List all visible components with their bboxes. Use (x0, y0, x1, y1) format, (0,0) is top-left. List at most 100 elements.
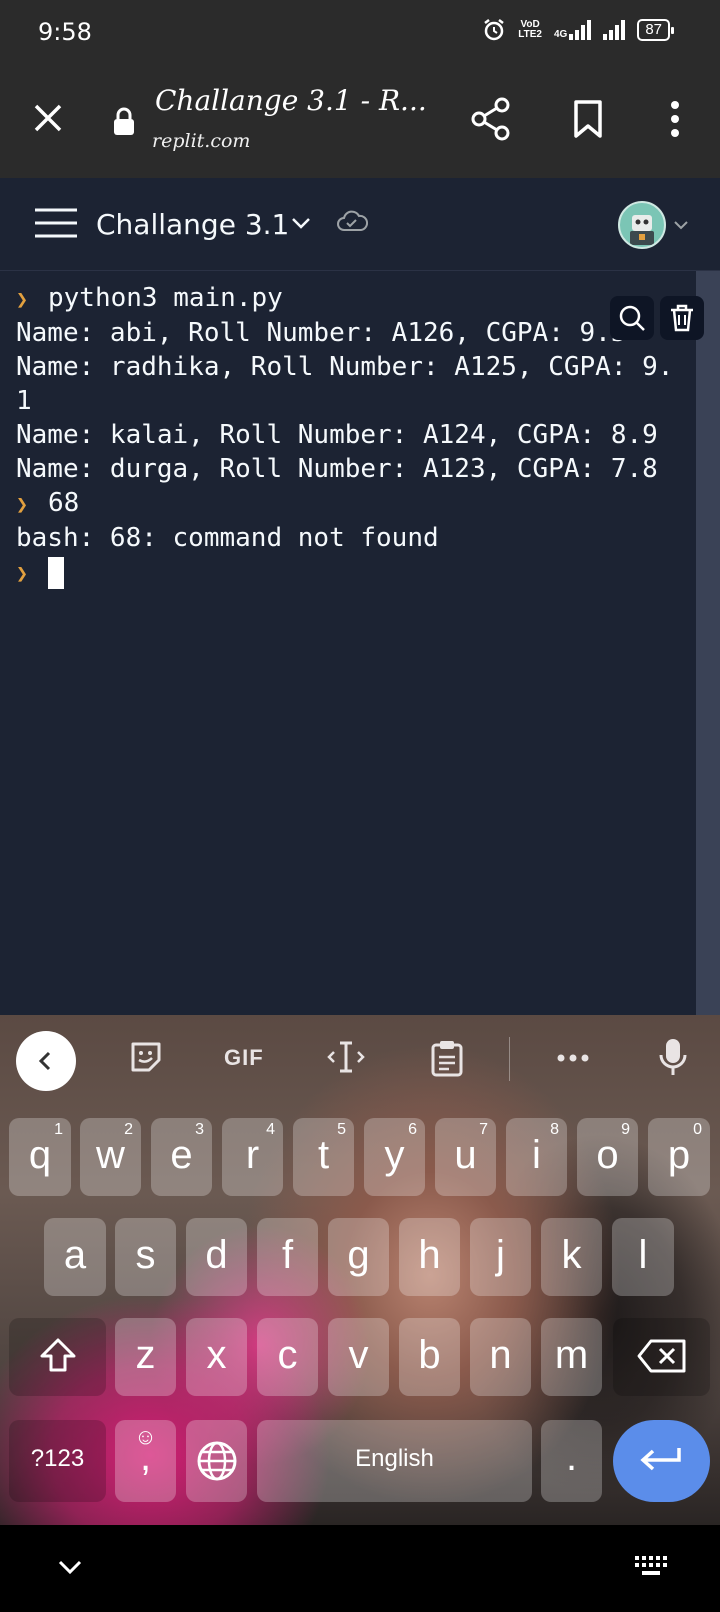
more-options-icon[interactable] (660, 98, 690, 140)
keyboard: GIF q1 w2 e3 r4 t5 y6 u7 i8 o9 p0 a s d … (0, 1015, 720, 1525)
text-cursor (48, 556, 64, 589)
key-z[interactable]: z (115, 1318, 176, 1396)
console-line: ❯ python3 main.py (16, 281, 696, 316)
language-key[interactable] (186, 1420, 247, 1502)
enter-key[interactable] (613, 1420, 710, 1502)
keyboard-toolbar: GIF (0, 1015, 720, 1103)
console-tools (610, 296, 704, 340)
key-w[interactable]: w2 (80, 1118, 141, 1196)
signal-bars-icon (569, 20, 592, 40)
repl-title[interactable]: Challange 3.1 (96, 208, 289, 241)
backspace-key[interactable] (613, 1318, 710, 1396)
close-icon[interactable] (28, 98, 68, 138)
key-y[interactable]: y6 (364, 1118, 425, 1196)
key-p[interactable]: p0 (648, 1118, 710, 1196)
key-g[interactable]: g (328, 1218, 389, 1296)
prompt-icon: ❯ (16, 492, 29, 516)
key-x[interactable]: x (186, 1318, 247, 1396)
cloud-saved-icon (337, 210, 368, 231)
clipboard-icon[interactable] (430, 1039, 464, 1077)
key-c[interactable]: c (257, 1318, 318, 1396)
avatar[interactable] (618, 201, 666, 249)
lock-icon (114, 107, 134, 135)
account-chevron-icon[interactable] (672, 216, 690, 234)
clear-console-button[interactable] (660, 296, 704, 340)
microphone-icon[interactable] (658, 1037, 688, 1077)
signal-1: 4G (553, 20, 592, 40)
key-e[interactable]: e3 (151, 1118, 212, 1196)
clock: 9:58 (38, 18, 92, 46)
network-label-bottom: LTE2 (518, 29, 542, 40)
battery-indicator: 87 (637, 19, 674, 41)
key-n[interactable]: n (470, 1318, 531, 1396)
gif-button[interactable]: GIF (224, 1045, 264, 1071)
bookmark-icon[interactable] (570, 99, 606, 139)
period-key[interactable]: . (541, 1420, 602, 1502)
emoji-hint: ☺ (134, 1424, 157, 1449)
key-q[interactable]: q1 (9, 1118, 71, 1196)
key-j[interactable]: j (470, 1218, 531, 1296)
chevron-down-icon[interactable] (290, 212, 312, 234)
more-horizontal-icon[interactable] (556, 1053, 590, 1063)
key-b[interactable]: b (399, 1318, 460, 1396)
repl-header: Challange 3.1 (0, 178, 720, 271)
key-d[interactable]: d (186, 1218, 247, 1296)
hamburger-menu-icon[interactable] (33, 205, 79, 241)
key-k[interactable]: k (541, 1218, 602, 1296)
sticker-icon[interactable] (128, 1039, 164, 1075)
hide-keyboard-icon[interactable] (56, 1553, 84, 1581)
enter-icon (639, 1448, 681, 1471)
browser-toolbar: Challange 3.1 - R... replit.com (0, 66, 720, 178)
toolbar-divider (509, 1037, 510, 1081)
console-line: bash: 68: command not found (16, 523, 439, 553)
status-icons: VoD LTE2 4G 87 (482, 18, 674, 42)
console-line: ❯ 68 (16, 486, 696, 521)
page-title[interactable]: Challange 3.1 - R... (155, 84, 427, 117)
signal-bars-2-icon (603, 20, 626, 40)
data-type: 4G (553, 29, 568, 40)
console-line: 1 (16, 386, 32, 416)
key-m[interactable]: m (541, 1318, 602, 1396)
toolbar-back-button[interactable] (16, 1031, 76, 1091)
console-line: Name: durga, Roll Number: A123, CGPA: 7.… (16, 454, 658, 484)
text-cursor-icon[interactable] (326, 1039, 366, 1075)
console-input-line[interactable]: ❯ (16, 555, 696, 590)
key-l[interactable]: l (612, 1218, 674, 1296)
keyboard-switch-icon[interactable] (634, 1555, 668, 1577)
console-scrollbar[interactable] (696, 271, 720, 1015)
network-label: VoD LTE2 (518, 20, 542, 40)
comma-key[interactable]: ☺ , (115, 1420, 176, 1502)
trash-icon (671, 304, 693, 332)
robot-avatar-icon (630, 215, 654, 245)
page-url[interactable]: replit.com (152, 130, 250, 152)
globe-icon (197, 1441, 236, 1481)
chevron-left-icon (38, 1051, 51, 1071)
shift-key[interactable] (9, 1318, 106, 1396)
symbols-key[interactable]: ?123 (9, 1420, 106, 1502)
key-a[interactable]: a (44, 1218, 106, 1296)
shift-icon (40, 1338, 75, 1372)
key-r[interactable]: r4 (222, 1118, 283, 1196)
console-line: Name: radhika, Roll Number: A125, CGPA: … (16, 352, 674, 382)
share-icon[interactable] (470, 96, 512, 142)
console-output[interactable]: ❯ python3 main.py Name: abi, Roll Number:… (0, 271, 696, 1015)
prompt-icon: ❯ (16, 287, 29, 311)
console-line: Name: abi, Roll Number: A126, CGPA: 9.5 (16, 318, 627, 348)
key-u[interactable]: u7 (435, 1118, 496, 1196)
search-icon (619, 305, 645, 331)
console-line: Name: kalai, Roll Number: A124, CGPA: 8.… (16, 420, 658, 450)
search-button[interactable] (610, 296, 654, 340)
navigation-bar (0, 1525, 720, 1612)
console-line-text: python3 main.py (48, 283, 283, 313)
key-s[interactable]: s (115, 1218, 176, 1296)
prompt-icon: ❯ (16, 561, 29, 585)
key-h[interactable]: h (399, 1218, 460, 1296)
backspace-icon (637, 1339, 685, 1373)
key-v[interactable]: v (328, 1318, 389, 1396)
key-o[interactable]: o9 (577, 1118, 638, 1196)
key-t[interactable]: t5 (293, 1118, 354, 1196)
key-i[interactable]: i8 (506, 1118, 567, 1196)
key-f[interactable]: f (257, 1218, 318, 1296)
space-bar[interactable]: English (257, 1420, 532, 1502)
status-bar: 9:58 VoD LTE2 4G 87 (0, 0, 720, 66)
